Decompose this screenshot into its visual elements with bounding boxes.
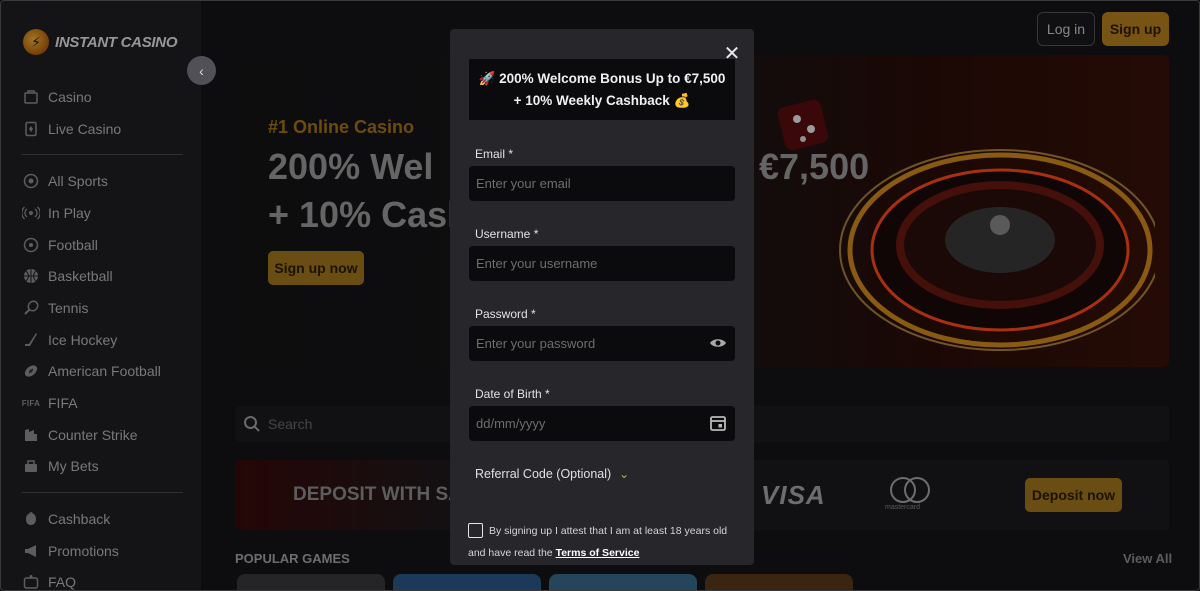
email-label: Email *: [475, 147, 514, 161]
terms-text-line2: and have read the Terms of Service: [468, 547, 639, 559]
promo-text-line2: + 10% Weekly Cashback: [513, 92, 670, 108]
username-label: Username *: [475, 227, 539, 241]
chevron-down-icon: ⌄: [619, 467, 630, 481]
promo-text-line1: 200% Welcome Bonus Up to €7,500: [499, 70, 726, 86]
referral-label: Referral Code (Optional): [475, 467, 612, 481]
money-bag-icon: 💰: [673, 92, 691, 108]
password-placeholder: Enter your password: [476, 336, 596, 351]
username-placeholder: Enter your username: [476, 256, 598, 271]
dob-label: Date of Birth *: [475, 387, 550, 401]
terms-text-line1: By signing up I attest that I am at leas…: [489, 525, 728, 537]
calendar-icon[interactable]: [709, 414, 727, 432]
eye-icon[interactable]: [709, 334, 727, 352]
sidebar-collapse-button[interactable]: ‹: [187, 56, 216, 85]
email-field[interactable]: Enter your email: [469, 166, 735, 201]
promo-banner: 🚀 200% Welcome Bonus Up to €7,500 + 10% …: [469, 59, 735, 120]
password-field[interactable]: Enter your password: [469, 326, 735, 361]
dob-placeholder: dd/mm/yyyy: [476, 416, 546, 431]
terms-prefix: and have read the: [468, 547, 556, 559]
promo-line1: 🚀 200% Welcome Bonus Up to €7,500: [479, 68, 726, 90]
age-terms-checkbox[interactable]: [468, 523, 483, 538]
dob-field[interactable]: dd/mm/yyyy: [469, 406, 735, 441]
email-placeholder: Enter your email: [476, 176, 571, 191]
promo-line2: + 10% Weekly Cashback 💰: [514, 90, 691, 112]
password-label: Password *: [475, 307, 536, 321]
chevron-left-icon: ‹: [199, 62, 204, 79]
username-field[interactable]: Enter your username: [469, 246, 735, 281]
terms-of-service-link[interactable]: Terms of Service: [556, 547, 640, 559]
referral-code-toggle[interactable]: Referral Code (Optional) ⌄: [475, 467, 629, 481]
rocket-icon: 🚀: [478, 70, 496, 86]
app-window: ⚡ INSTANT CASINO Casino Live Casino All …: [0, 0, 1200, 591]
